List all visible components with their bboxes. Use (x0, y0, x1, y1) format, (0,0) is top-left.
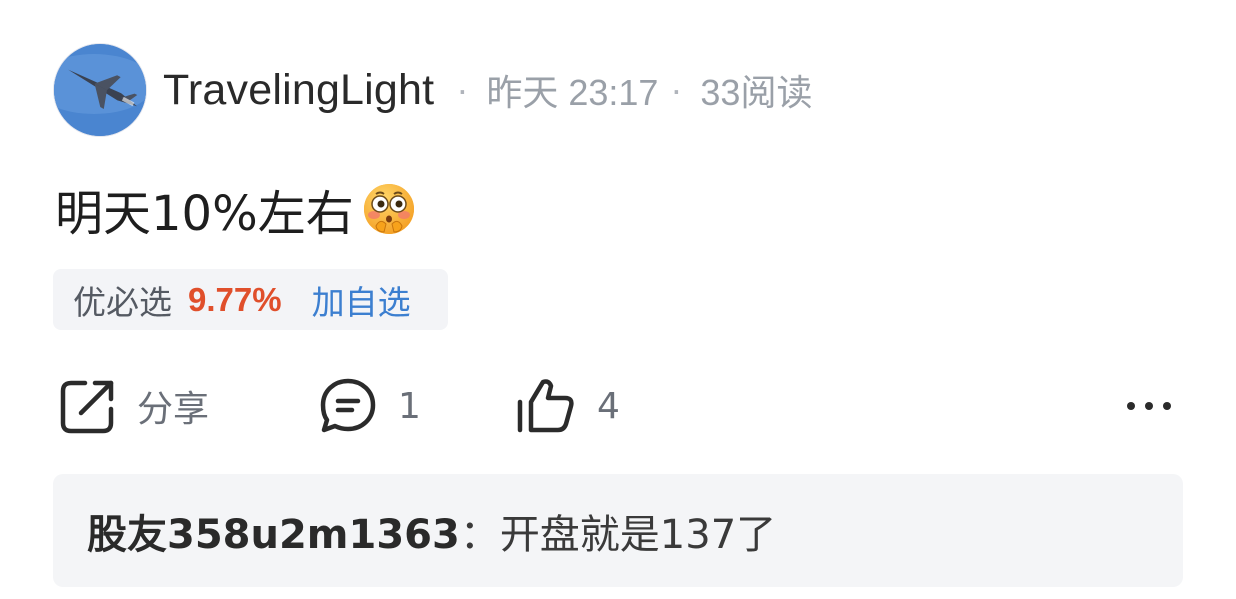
comment-preview[interactable]: 股友358u2m1363 ： 开盘就是137了 (53, 474, 1183, 587)
separator-dot: · (456, 69, 469, 110)
share-button[interactable]: 分享 (59, 376, 209, 436)
comment-icon (320, 378, 376, 433)
post-content: 明天10%左右 (55, 174, 416, 244)
read-count: 33阅读 (700, 72, 813, 113)
action-bar: 分享 1 4 (0, 376, 1236, 436)
stock-change: 9.77% (188, 280, 282, 318)
post-time: 昨天 23:17 (486, 72, 659, 113)
stock-name[interactable]: 优必选 (73, 276, 172, 324)
separator-dot: · (670, 69, 683, 110)
comment-count: 1 (398, 385, 421, 427)
more-button[interactable] (1122, 376, 1176, 436)
like-button[interactable]: 4 (515, 376, 620, 436)
post-meta: · 昨天 23:17 · 33阅读 (444, 64, 812, 116)
stock-tag[interactable]: 优必选 9.77% 加自选 (53, 269, 448, 330)
more-icon (1127, 402, 1171, 410)
flushed-face-emoji-icon (363, 184, 414, 234)
jet-avatar-image (54, 44, 146, 136)
author-name[interactable]: TravelingLight (163, 66, 434, 115)
avatar[interactable] (53, 43, 147, 137)
like-count: 4 (597, 385, 620, 427)
share-label: 分享 (137, 389, 210, 430)
post-header: TravelingLight · 昨天 23:17 · 33阅读 (53, 43, 812, 137)
post-text: 明天10%左右 (55, 186, 354, 242)
add-to-watchlist-button[interactable]: 加自选 (312, 276, 411, 324)
share-icon (60, 380, 114, 434)
comment-text: 开盘就是137了 (499, 511, 777, 558)
comment-colon: ： (459, 511, 500, 558)
thumbs-up-icon (517, 379, 574, 433)
comment-button[interactable]: 1 (318, 376, 421, 436)
comment-author[interactable]: 股友358u2m1363 (87, 502, 460, 560)
